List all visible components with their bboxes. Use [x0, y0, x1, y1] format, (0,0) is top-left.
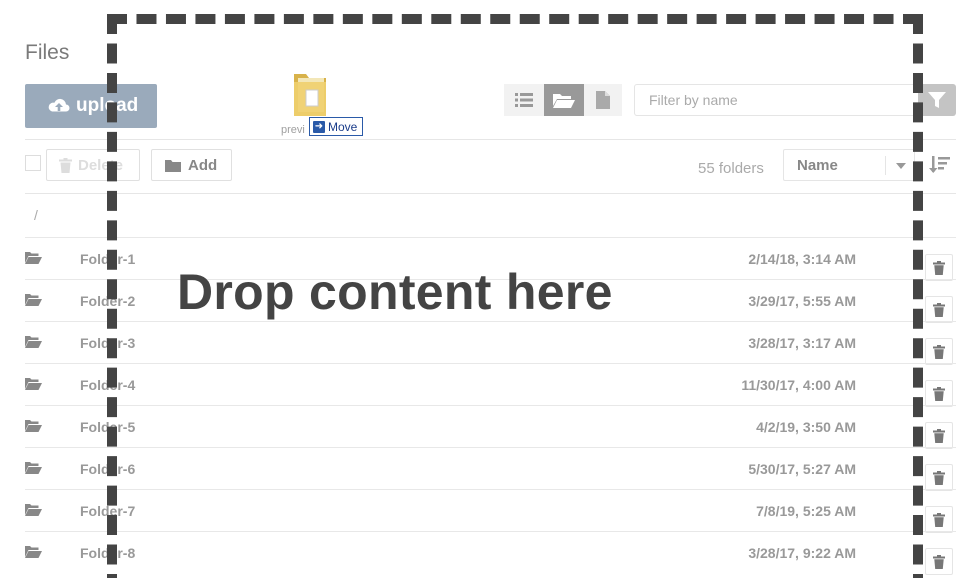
folder-date: 4/2/19, 3:50 AM	[756, 419, 856, 435]
folder-open-icon	[25, 294, 42, 306]
list-item[interactable]: Folder-4 11/30/17, 4:00 AM	[25, 363, 956, 407]
list-item[interactable]: Folder-5 4/2/19, 3:50 AM	[25, 405, 956, 449]
list-view-icon	[515, 93, 533, 107]
folder-count: 55 folders	[698, 160, 764, 177]
dropzone-text: Drop content here	[177, 264, 613, 320]
upload-button[interactable]: upload	[25, 84, 157, 128]
folder-date: 2/14/18, 3:14 AM	[748, 251, 856, 267]
folder-date: 3/29/17, 5:55 AM	[748, 293, 856, 309]
list-item[interactable]: Folder-8 3/28/17, 9:22 AM	[25, 531, 956, 575]
trash-icon	[933, 428, 945, 443]
folder-view-icon	[553, 94, 575, 108]
folder-name[interactable]: Folder-6	[80, 461, 135, 477]
folder-name[interactable]: Folder-7	[80, 503, 135, 519]
delete-folder-button[interactable]	[925, 338, 953, 365]
trash-icon	[933, 386, 945, 401]
select-separator	[885, 156, 886, 175]
sort-descending-icon	[929, 156, 950, 173]
filter-input[interactable]	[634, 84, 920, 116]
folder-name[interactable]: Folder-4	[80, 377, 135, 393]
folder-date: 3/28/17, 9:22 AM	[748, 545, 856, 561]
delete-folder-button[interactable]	[925, 506, 953, 533]
list-item[interactable]: Folder-3 3/28/17, 3:17 AM	[25, 321, 956, 365]
sort-direction-button[interactable]	[929, 154, 951, 176]
drag-ghost: previ ➜ Move	[279, 68, 369, 140]
folder-open-icon	[25, 252, 42, 264]
folder-open-icon	[25, 336, 42, 348]
sort-field-select[interactable]: Name	[783, 149, 915, 181]
trash-icon	[933, 554, 945, 569]
folder-name[interactable]: Folder-3	[80, 335, 135, 351]
folder-name[interactable]: Folder-8	[80, 545, 135, 561]
delete-folder-button[interactable]	[925, 464, 953, 491]
delete-button[interactable]: Delete	[46, 149, 140, 181]
folder-name[interactable]: Folder-1	[80, 251, 135, 267]
add-folder-button[interactable]: Add	[151, 149, 232, 181]
divider	[25, 193, 956, 194]
folder-date: 11/30/17, 4:00 AM	[741, 377, 856, 393]
delete-folder-button[interactable]	[925, 296, 953, 323]
view-toggle-group	[504, 84, 622, 116]
trash-icon	[933, 512, 945, 527]
chevron-down-icon	[896, 163, 906, 169]
upload-label: upload	[76, 95, 139, 116]
file-view-button[interactable]	[584, 84, 622, 116]
divider	[25, 139, 956, 140]
folder-name[interactable]: Folder-5	[80, 419, 135, 435]
arrow-right-icon: ➜	[313, 120, 325, 133]
folder-open-icon	[25, 504, 42, 516]
folder-open-icon	[25, 420, 42, 432]
folder-open-icon	[25, 378, 42, 390]
file-view-icon	[596, 91, 610, 109]
move-badge: ➜ Move	[309, 117, 364, 136]
delete-folder-button[interactable]	[925, 548, 953, 575]
list-view-button[interactable]	[504, 84, 544, 116]
delete-label: Delete	[78, 156, 124, 174]
folder-name[interactable]: Folder-2	[80, 293, 135, 309]
trash-icon	[933, 260, 945, 275]
trash-icon	[933, 302, 945, 317]
dragged-folder-icon	[294, 74, 326, 116]
move-label: Move	[328, 119, 358, 134]
delete-folder-button[interactable]	[925, 254, 953, 281]
delete-folder-button[interactable]	[925, 422, 953, 449]
sort-field-value: Name	[797, 156, 838, 174]
filter-button[interactable]	[918, 84, 956, 116]
trash-icon	[933, 470, 945, 485]
select-all-checkbox[interactable]	[25, 155, 41, 171]
folder-open-icon	[25, 546, 42, 558]
folder-icon	[165, 159, 181, 172]
list-item[interactable]: Folder-6 5/30/17, 5:27 AM	[25, 447, 956, 491]
trash-icon	[59, 157, 72, 173]
folder-date: 5/30/17, 5:27 AM	[748, 461, 856, 477]
add-label: Add	[188, 156, 218, 174]
filter-icon	[928, 92, 946, 108]
trash-icon	[933, 344, 945, 359]
page-title: Files	[25, 41, 70, 64]
drag-ghost-label: previ	[281, 124, 305, 136]
delete-folder-button[interactable]	[925, 380, 953, 407]
folder-date: 3/28/17, 3:17 AM	[748, 335, 856, 351]
list-item[interactable]: Folder-7 7/8/19, 5:25 AM	[25, 489, 956, 533]
folder-date: 7/8/19, 5:25 AM	[756, 503, 856, 519]
folder-view-button[interactable]	[544, 84, 584, 116]
breadcrumb[interactable]: /	[34, 207, 38, 223]
folder-open-icon	[25, 462, 42, 474]
cloud-upload-icon	[48, 98, 70, 112]
